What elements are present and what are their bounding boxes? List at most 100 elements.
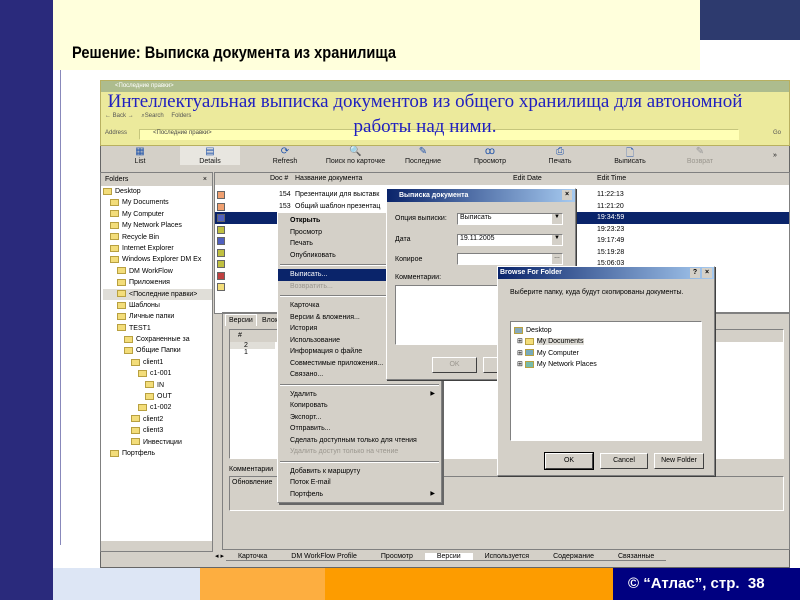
tab-scroll-left[interactable]: ◂ ▸ <box>215 553 224 560</box>
folder-tree-item[interactable]: client2 <box>103 414 212 425</box>
toolbar-recent[interactable]: ✎ Последние <box>393 146 453 165</box>
folder-icon <box>117 324 126 332</box>
forward-arrow-icon: → <box>127 113 134 119</box>
go-button[interactable]: Go <box>773 130 781 136</box>
menu-item[interactable]: Добавить к маршруту <box>278 466 441 478</box>
folders-scrollbar[interactable] <box>101 541 212 551</box>
bottom-tab[interactable]: Содержание <box>541 553 606 561</box>
folder-tree-item[interactable]: Личные папки <box>103 311 212 322</box>
folder-icon <box>117 278 126 286</box>
tree-item-my-network[interactable]: ⊞ My Network Places <box>514 359 698 370</box>
folder-tree-item[interactable]: Приложения <box>103 277 212 288</box>
date-label: Дата <box>395 236 411 243</box>
toolbar-search-card[interactable]: 🔍 Поиск по карточке <box>318 146 393 165</box>
close-button[interactable]: × <box>702 268 712 278</box>
folder-tree-item[interactable]: Инвестиции <box>103 437 212 448</box>
folder-tree-item[interactable]: c1-001 <box>103 368 212 379</box>
menu-item[interactable]: Удалить ▶ <box>278 389 441 401</box>
bottom-tab[interactable]: Карточка <box>225 553 280 561</box>
folder-tree-item[interactable]: Портфель <box>103 448 212 459</box>
version-row[interactable]: 2 <box>230 342 275 349</box>
toolbar-list[interactable]: ▦ List <box>110 146 170 165</box>
bottom-tab[interactable]: Просмотр <box>368 553 425 561</box>
toolbar-checkout[interactable]: 🗋 Выписать <box>600 146 660 165</box>
help-button[interactable]: ? <box>690 268 700 278</box>
folder-icon <box>131 438 140 446</box>
tree-item-my-documents[interactable]: ⊞ My Documents <box>514 336 698 347</box>
ok-button[interactable]: OK <box>432 357 477 373</box>
top-right-block <box>700 0 800 40</box>
folder-tree-item[interactable]: IN <box>103 380 212 391</box>
toolbar-preview[interactable]: ꝏ Просмотр <box>460 146 520 165</box>
col-doc-name[interactable]: Название документа <box>295 173 362 185</box>
folder-icon <box>131 415 140 423</box>
search-button[interactable]: Search <box>145 113 164 119</box>
folder-icon <box>117 290 126 298</box>
folder-tree-item[interactable]: My Network Places <box>103 220 212 231</box>
col-edit-date[interactable]: Edit Date <box>513 173 542 185</box>
option-select[interactable]: Выписать ▼ <box>457 213 563 225</box>
doc-type-icon <box>217 271 225 280</box>
folder-tree: Desktop My Documents My Computer My Network… <box>101 186 212 459</box>
folder-tree-item[interactable]: Общие Папки <box>103 345 212 356</box>
ok-button[interactable]: OK <box>544 452 594 470</box>
tree-item-my-computer[interactable]: ⊞ My Computer <box>514 348 698 359</box>
search-icon: 🔍 <box>349 146 362 157</box>
date-picker[interactable]: 19.11.2005 ▼ <box>457 234 563 246</box>
nav-bar: ← Back → ⌕Search Folders <box>105 113 191 120</box>
footer-text: © “Атлас”, стр. 38 <box>628 575 765 592</box>
folder-tree-item[interactable]: client1 <box>103 357 212 368</box>
toolbar-refresh[interactable]: ⟳ Refresh <box>255 146 315 165</box>
menu-item[interactable]: Экспорт... <box>278 412 441 424</box>
menu-item[interactable]: Отправить... <box>278 423 441 435</box>
browse-button[interactable]: … <box>552 254 562 264</box>
bottom-tab[interactable]: DM WorkFlow Profile <box>279 553 369 561</box>
menu-item[interactable]: Удалить доступ только на чтение <box>278 446 441 458</box>
folder-tree-item[interactable]: DM WorkFlow <box>103 266 212 277</box>
copy-path-input[interactable]: … <box>457 253 563 265</box>
close-folders-button[interactable]: × <box>203 173 207 186</box>
col-doc-num[interactable]: Doc # <box>270 173 288 185</box>
folders-button[interactable]: Folders <box>171 113 191 119</box>
menu-item[interactable]: Поток E-mail <box>278 477 441 489</box>
bottom-tab[interactable]: Версии <box>424 553 473 561</box>
browse-tree: Desktop ⊞ My Documents ⊞ My Computer ⊞ M… <box>510 321 702 441</box>
folder-tree-item[interactable]: TEST1 <box>103 323 212 334</box>
folder-icon <box>124 347 133 355</box>
folder-tree-item[interactable]: Сохраненные за <box>103 334 212 345</box>
back-button[interactable]: Back <box>113 113 126 119</box>
folder-tree-item[interactable]: Recycle Bin <box>103 232 212 243</box>
bottom-tab[interactable]: Связанные <box>606 553 667 561</box>
cancel-button[interactable]: Cancel <box>600 453 648 469</box>
col-edit-time[interactable]: Edit Time <box>597 173 626 185</box>
comments-textarea[interactable] <box>395 285 505 345</box>
folder-icon <box>145 392 154 400</box>
close-icon[interactable]: × <box>562 190 572 200</box>
folder-tree-item[interactable]: My Documents <box>103 197 212 208</box>
menu-item[interactable]: Сделать доступным только для чтения <box>278 435 441 447</box>
tree-item-desktop[interactable]: Desktop <box>514 325 698 336</box>
address-input[interactable]: <Последние правки> <box>153 130 212 136</box>
toolbar-print[interactable]: ⎙ Печать <box>530 146 590 165</box>
folder-tree-item[interactable]: Internet Explorer <box>103 243 212 254</box>
doc-type-icon <box>217 191 225 199</box>
tab-versions[interactable]: Версии <box>225 314 257 326</box>
checkout-dialog-titlebar: Выписка документа × <box>387 189 575 202</box>
toolbar-details[interactable]: ▤ Details <box>180 146 240 165</box>
bottom-tab[interactable]: Используется <box>472 553 542 561</box>
folder-tree-item[interactable]: OUT <box>103 391 212 402</box>
folder-icon <box>110 244 119 252</box>
doc-type-icon <box>217 248 225 257</box>
folder-tree-item[interactable]: My Computer <box>103 209 212 220</box>
toolbar-overflow[interactable]: » <box>765 152 785 159</box>
new-folder-button[interactable]: New Folder <box>654 453 704 469</box>
folder-tree-item[interactable]: Desktop <box>103 186 212 197</box>
menu-item[interactable]: Копировать <box>278 400 441 412</box>
folder-tree-item[interactable]: Windows Explorer DM Ex <box>103 254 212 265</box>
toolbar-return[interactable]: ✎ Возврат <box>670 146 730 165</box>
folder-tree-item[interactable]: Шаблоны <box>103 300 212 311</box>
folder-tree-item[interactable]: c1-002 <box>103 402 212 413</box>
folder-tree-item[interactable]: client3 <box>103 425 212 436</box>
folder-tree-item[interactable]: <Последние правки> <box>103 288 212 300</box>
menu-item[interactable]: Портфель ▶ <box>278 489 441 501</box>
